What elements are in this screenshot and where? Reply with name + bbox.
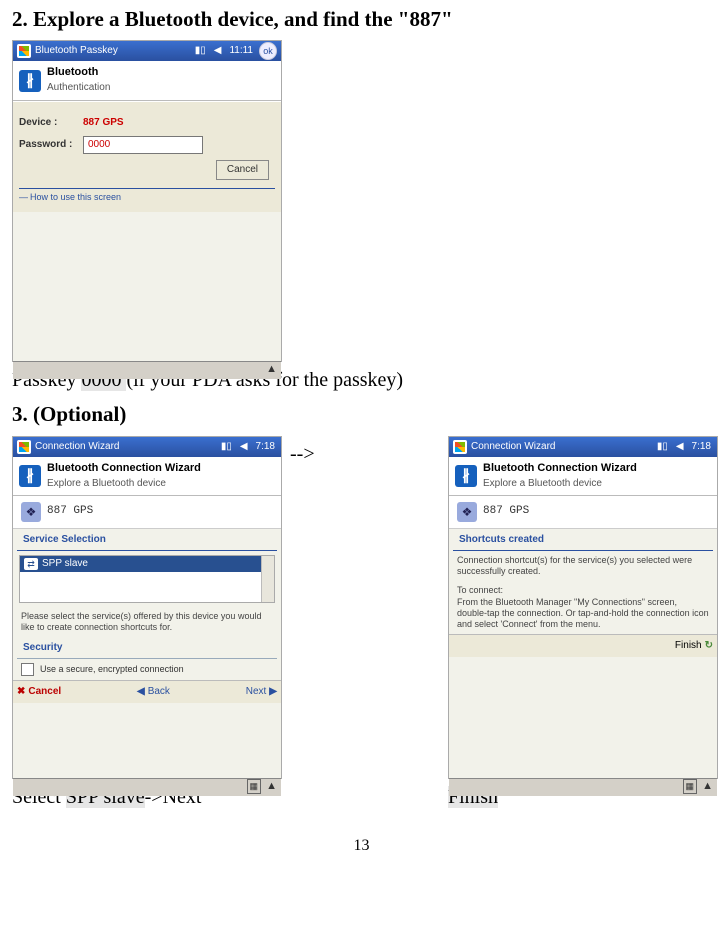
bluetooth-icon: ∦ (19, 70, 41, 92)
auth-header: ∦ Bluetooth Authentication (13, 61, 281, 100)
service-item-spp-slave[interactable]: ⇄ SPP slave (20, 556, 274, 573)
next-button[interactable]: Next ▶ (246, 685, 277, 700)
security-header: Security (17, 637, 277, 659)
titlebar: Connection Wizard ▮▯ ◀ 7:18 (449, 437, 717, 457)
device-label: Device : (19, 116, 83, 131)
shortcuts-created-header: Shortcuts created (453, 529, 713, 551)
service-icon: ⇄ (24, 558, 38, 570)
wizard-b-screenshot: Connection Wizard ▮▯ ◀ 7:18 ∦ Bluetooth … (448, 436, 718, 779)
start-icon (17, 440, 31, 454)
wizard-footer: Finish ↻ (449, 634, 717, 657)
speaker-icon: ◀ (214, 44, 222, 59)
clock: 7:18 (692, 440, 711, 455)
finish-button[interactable]: Finish ↻ (675, 639, 713, 654)
arrow-between: --> (290, 436, 440, 469)
device-icon: ❖ (457, 502, 477, 522)
keyboard-icon[interactable]: ▦ (683, 779, 698, 794)
signal-icon: ▮▯ (221, 440, 232, 455)
bluetooth-icon: ∦ (455, 465, 477, 487)
service-note: Please select the service(s) offered by … (13, 607, 281, 638)
step-2-heading: 2. Explore a Bluetooth device, and find … (12, 4, 711, 34)
titlebar: Bluetooth Passkey ▮▯ ◀ 11:11 ok (13, 41, 281, 61)
device-icon: ❖ (21, 502, 41, 522)
page-number: 13 (12, 834, 711, 857)
service-label: SPP slave (42, 557, 88, 572)
sip-bar: ▲ (13, 361, 281, 379)
sip-up-icon[interactable]: ▲ (266, 780, 277, 792)
start-icon (17, 44, 31, 58)
password-input[interactable]: 0000 (83, 136, 203, 154)
window-title: Connection Wizard (471, 440, 555, 455)
sip-bar: ▦ ▲ (449, 778, 717, 796)
sip-up-icon[interactable]: ▲ (266, 363, 277, 375)
start-icon (453, 440, 467, 454)
auth-subtitle: Authentication (47, 81, 110, 96)
wizard-title: Bluetooth Connection Wizard (483, 461, 637, 477)
cancel-button[interactable]: Cancel (216, 160, 269, 180)
device-name: 887 GPS (483, 504, 529, 520)
speaker-icon: ◀ (240, 440, 248, 455)
clock: 7:18 (256, 440, 275, 455)
cancel-button[interactable]: ✖ Cancel (17, 685, 61, 700)
password-label: Password : (19, 138, 83, 153)
arrow-left-icon: ◀ (137, 685, 145, 700)
back-button[interactable]: ◀ Back (137, 685, 170, 700)
wizard-subtitle: Explore a Bluetooth device (483, 477, 637, 492)
service-selection-header: Service Selection (17, 529, 277, 551)
wizard-header: ∦ Bluetooth Connection Wizard Explore a … (13, 457, 281, 496)
sip-up-icon[interactable]: ▲ (702, 780, 713, 792)
secure-checkbox-label: Use a secure, encrypted connection (40, 663, 184, 676)
ok-button[interactable]: ok (259, 42, 277, 60)
wizard-header: ∦ Bluetooth Connection Wizard Explore a … (449, 457, 717, 496)
wizard-a-screenshot: Connection Wizard ▮▯ ◀ 7:18 ∦ Bluetooth … (12, 436, 282, 779)
device-row: ❖ 887 GPS (13, 496, 281, 529)
speaker-icon: ◀ (676, 440, 684, 455)
device-name: 887 GPS (47, 504, 93, 520)
auth-title: Bluetooth (47, 65, 110, 81)
wizard-subtitle: Explore a Bluetooth device (47, 477, 201, 492)
scrollbar[interactable] (261, 556, 274, 602)
cancel-icon: ✖ (17, 685, 25, 700)
signal-icon: ▮▯ (195, 44, 206, 59)
signal-icon: ▮▯ (657, 440, 668, 455)
finish-icon: ↻ (705, 639, 713, 654)
clock: 11:11 (229, 44, 253, 59)
step-3-heading: 3. (Optional) (12, 399, 711, 429)
bluetooth-icon: ∦ (19, 465, 41, 487)
sip-bar: ▦ ▲ (13, 778, 281, 796)
window-title: Bluetooth Passkey (35, 44, 118, 59)
window-title: Connection Wizard (35, 440, 119, 455)
howto-link[interactable]: How to use this screen (19, 188, 275, 204)
keyboard-icon[interactable]: ▦ (247, 779, 262, 794)
secure-checkbox[interactable] (21, 663, 34, 676)
arrow-right-icon: ▶ (269, 685, 277, 700)
shortcut-success-text: Connection shortcut(s) for the service(s… (449, 551, 717, 582)
service-list[interactable]: ⇄ SPP slave (19, 555, 275, 603)
passkey-screenshot: Bluetooth Passkey ▮▯ ◀ 11:11 ok ∦ Blueto… (12, 40, 282, 362)
connect-instructions: To connect: From the Bluetooth Manager "… (449, 581, 717, 634)
device-value: 887 GPS (83, 116, 124, 131)
wizard-title: Bluetooth Connection Wizard (47, 461, 201, 477)
wizard-footer: ✖ Cancel ◀ Back Next ▶ (13, 680, 281, 703)
titlebar: Connection Wizard ▮▯ ◀ 7:18 (13, 437, 281, 457)
device-row: ❖ 887 GPS (449, 496, 717, 529)
